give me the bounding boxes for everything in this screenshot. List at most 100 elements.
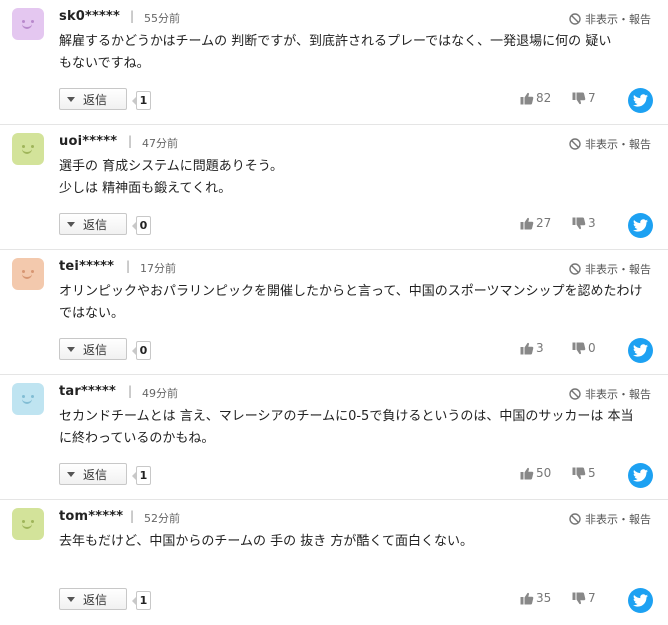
- reply-label: 返信: [83, 217, 108, 232]
- avatar-smile-icon: [22, 274, 32, 279]
- reply-button[interactable]: 返信: [59, 213, 127, 235]
- timestamp: 55分前: [144, 12, 180, 25]
- avatar-smile-icon: [22, 149, 32, 154]
- thumbs-up-icon: [520, 342, 534, 354]
- thumbs-down-icon: [572, 342, 586, 354]
- hide-report-link[interactable]: 非表示・報告: [569, 511, 651, 527]
- timestamp: 47分前: [142, 137, 178, 150]
- bad-button[interactable]: 3: [572, 216, 596, 230]
- avatar[interactable]: [12, 383, 44, 415]
- bad-button[interactable]: 0: [572, 341, 596, 355]
- avatar-smile-icon: [22, 24, 32, 29]
- bad-button[interactable]: 7: [572, 91, 596, 105]
- avatar[interactable]: [12, 508, 44, 540]
- separator: |: [126, 259, 131, 273]
- username[interactable]: tei*****: [59, 259, 114, 274]
- bad-count: 7: [588, 591, 596, 605]
- thumbs-up-icon: [520, 467, 534, 479]
- comment-body: 選手の 育成システムに問題ありそう。 少しは 精神面も鍛えてくれ。: [59, 156, 654, 200]
- comment-line: もないですね。: [59, 56, 150, 71]
- reply-label: 返信: [83, 92, 108, 107]
- twitter-bird-icon: [633, 469, 648, 482]
- comment-line: 去年もだけど、中国からのチームの 手の 抜き 方が酷くて面白くない。: [59, 534, 473, 549]
- username[interactable]: uoi*****: [59, 134, 117, 149]
- comment-body: 去年もだけど、中国からのチームの 手の 抜き 方が酷くて面白くない。: [59, 531, 654, 553]
- comment-body: オリンピックやおパラリンピックを開催したからと言って、中国のスポーツマンシップを…: [59, 281, 654, 325]
- twitter-share-button[interactable]: [628, 463, 653, 488]
- good-count: 27: [536, 216, 552, 230]
- caret-down-icon: [67, 221, 75, 227]
- good-button[interactable]: 50: [520, 466, 551, 480]
- reply-count-badge[interactable]: 0: [132, 341, 151, 360]
- good-button[interactable]: 27: [520, 216, 551, 230]
- hide-report-link[interactable]: 非表示・報告: [569, 261, 651, 277]
- hide-report-link[interactable]: 非表示・報告: [569, 136, 651, 152]
- report-label: 非表示・報告: [585, 388, 651, 401]
- bad-count: 5: [588, 466, 596, 480]
- bad-button[interactable]: 7: [572, 591, 596, 605]
- thumbs-up-icon: [520, 217, 534, 229]
- reply-button[interactable]: 返信: [59, 588, 127, 610]
- hide-report-link[interactable]: 非表示・報告: [569, 386, 651, 402]
- comment-list: sk0***** | 55分前 非表示・報告 解雇するかどうかはチームの 判断で…: [0, 0, 668, 625]
- twitter-bird-icon: [633, 344, 648, 357]
- twitter-share-button[interactable]: [628, 88, 653, 113]
- avatar[interactable]: [12, 8, 44, 40]
- reply-label: 返信: [83, 467, 108, 482]
- avatar[interactable]: [12, 133, 44, 165]
- caret-down-icon: [67, 96, 75, 102]
- good-button[interactable]: 35: [520, 591, 551, 605]
- thumbs-down-icon: [572, 92, 586, 104]
- reply-count-badge[interactable]: 1: [132, 591, 151, 610]
- avatar[interactable]: [12, 258, 44, 290]
- good-button[interactable]: 3: [520, 341, 544, 355]
- caret-down-icon: [67, 346, 75, 352]
- comment-line: セカンドチームとは 言え、マレーシアのチームに0-5で負けるというのは、中国のサ…: [59, 409, 634, 424]
- reply-count-badge[interactable]: 1: [132, 91, 151, 110]
- twitter-bird-icon: [633, 94, 648, 107]
- username[interactable]: sk0*****: [59, 9, 120, 24]
- twitter-share-button[interactable]: [628, 213, 653, 238]
- reply-button[interactable]: 返信: [59, 88, 127, 110]
- bad-button[interactable]: 5: [572, 466, 596, 480]
- reply-label: 返信: [83, 342, 108, 357]
- comment-item: tom***** | 52分前 非表示・報告 去年もだけど、中国からのチームの …: [0, 500, 668, 625]
- report-label: 非表示・報告: [585, 138, 651, 151]
- good-count: 35: [536, 591, 552, 605]
- avatar-eye-icon: [22, 20, 25, 23]
- avatar-eye-icon: [22, 395, 25, 398]
- thumbs-up-icon: [520, 592, 534, 604]
- avatar-eye-icon: [31, 520, 34, 523]
- separator: |: [128, 384, 133, 398]
- avatar-smile-icon: [22, 524, 32, 529]
- caret-down-icon: [67, 471, 75, 477]
- thumbs-down-icon: [572, 592, 586, 604]
- comment-item: uoi***** | 47分前 非表示・報告 選手の 育成システムに問題ありそう…: [0, 125, 668, 250]
- reply-count-badge[interactable]: 1: [132, 466, 151, 485]
- bad-count: 0: [588, 341, 596, 355]
- avatar-eye-icon: [31, 20, 34, 23]
- avatar-eye-icon: [31, 145, 34, 148]
- comment-item: sk0***** | 55分前 非表示・報告 解雇するかどうかはチームの 判断で…: [0, 0, 668, 125]
- reply-button[interactable]: 返信: [59, 463, 127, 485]
- report-label: 非表示・報告: [585, 13, 651, 26]
- good-count: 82: [536, 91, 552, 105]
- hide-report-link[interactable]: 非表示・報告: [569, 11, 651, 27]
- reply-button[interactable]: 返信: [59, 338, 127, 360]
- caret-down-icon: [67, 596, 75, 602]
- avatar-eye-icon: [22, 270, 25, 273]
- separator: |: [130, 9, 135, 23]
- avatar-eye-icon: [22, 145, 25, 148]
- report-label: 非表示・報告: [585, 513, 651, 526]
- username[interactable]: tar*****: [59, 384, 116, 399]
- username[interactable]: tom*****: [59, 509, 123, 524]
- twitter-share-button[interactable]: [628, 338, 653, 363]
- twitter-share-button[interactable]: [628, 588, 653, 613]
- good-button[interactable]: 82: [520, 91, 551, 105]
- thumbs-up-icon: [520, 92, 534, 104]
- good-count: 50: [536, 466, 552, 480]
- reply-count-badge[interactable]: 0: [132, 216, 151, 235]
- avatar-eye-icon: [31, 270, 34, 273]
- timestamp: 49分前: [142, 387, 178, 400]
- comment-line: オリンピックやおパラリンピックを開催したからと言って、中国のスポーツマンシップを…: [59, 284, 643, 299]
